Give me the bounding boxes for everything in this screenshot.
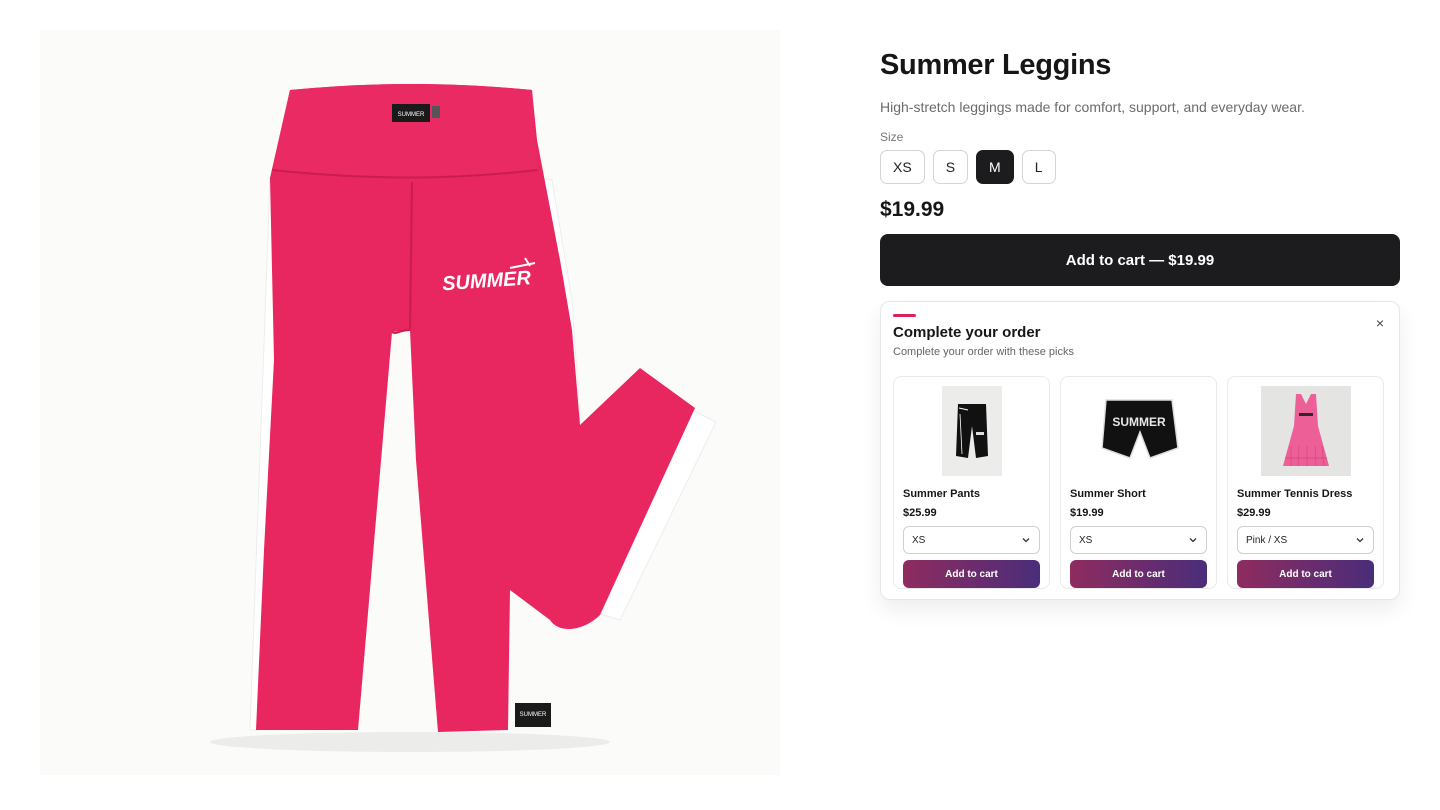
upsell-add-to-cart-button[interactable]: Add to cart xyxy=(1070,560,1207,588)
variant-select[interactable]: XS xyxy=(1070,526,1207,554)
variant-select[interactable]: Pink / XS xyxy=(1237,526,1374,554)
chevron-down-icon xyxy=(1356,538,1364,543)
upsell-cards: Summer Pants $25.99 XS Add to cart SUMME… xyxy=(893,376,1387,589)
accent-bar xyxy=(893,314,916,317)
chevron-down-icon xyxy=(1022,538,1030,543)
upsell-add-to-cart-button[interactable]: Add to cart xyxy=(1237,560,1374,588)
upsell-card-summer-tennis-dress: Summer Tennis Dress $29.99 Pink / XS Add… xyxy=(1227,376,1384,589)
product-title: Summer Leggins xyxy=(880,49,1112,81)
product-description: High-stretch leggings made for comfort, … xyxy=(880,99,1305,115)
upsell-card-summer-short: SUMMER Summer Short $19.99 XS Add to car… xyxy=(1060,376,1217,589)
product-hero-image: SUMMER SUMMER SUMMER xyxy=(40,30,780,775)
product-price: $19.99 xyxy=(880,198,945,221)
upsell-item-price: $29.99 xyxy=(1237,507,1271,519)
variant-select-value: XS xyxy=(912,534,926,546)
upsell-subtitle: Complete your order with these picks xyxy=(893,346,1074,358)
upsell-item-name: Summer Tennis Dress xyxy=(1237,488,1353,500)
upsell-item-name: Summer Short xyxy=(1070,488,1146,500)
size-label: Size xyxy=(880,130,904,144)
product-info: Summer Leggins High-stretch leggings mad… xyxy=(880,48,1400,286)
variant-select-value: Pink / XS xyxy=(1246,534,1288,546)
upsell-title: Complete your order xyxy=(893,324,1041,341)
summer-pants-thumbnail xyxy=(903,386,1040,476)
upsell-item-price: $19.99 xyxy=(1070,507,1104,519)
size-option-m[interactable]: M xyxy=(976,150,1014,184)
add-to-cart-button[interactable]: Add to cart — $19.99 xyxy=(880,234,1400,286)
size-option-xs[interactable]: XS xyxy=(880,150,925,184)
variant-select[interactable]: XS xyxy=(903,526,1040,554)
upsell-card-summer-pants: Summer Pants $25.99 XS Add to cart xyxy=(893,376,1050,589)
size-selector: XS S M L xyxy=(880,150,1400,184)
shorts-print: SUMMER xyxy=(1112,415,1166,429)
hem-tag-text: SUMMER xyxy=(520,712,547,718)
leggings-illustration: SUMMER SUMMER SUMMER xyxy=(210,84,717,752)
upsell-add-to-cart-button[interactable]: Add to cart xyxy=(903,560,1040,588)
complete-order-panel: Complete your order Complete your order … xyxy=(880,301,1400,600)
summer-tennis-dress-thumbnail xyxy=(1237,386,1374,476)
size-option-l[interactable]: L xyxy=(1021,150,1056,184)
waistband-tag-text: SUMMER xyxy=(398,112,425,118)
upsell-item-price: $25.99 xyxy=(903,507,937,519)
size-option-s[interactable]: S xyxy=(932,150,969,184)
upsell-item-name: Summer Pants xyxy=(903,488,981,500)
variant-select-value: XS xyxy=(1079,534,1093,546)
chevron-down-icon xyxy=(1189,538,1197,543)
summer-short-thumbnail: SUMMER xyxy=(1070,386,1207,476)
close-icon[interactable]: × xyxy=(1373,316,1387,330)
